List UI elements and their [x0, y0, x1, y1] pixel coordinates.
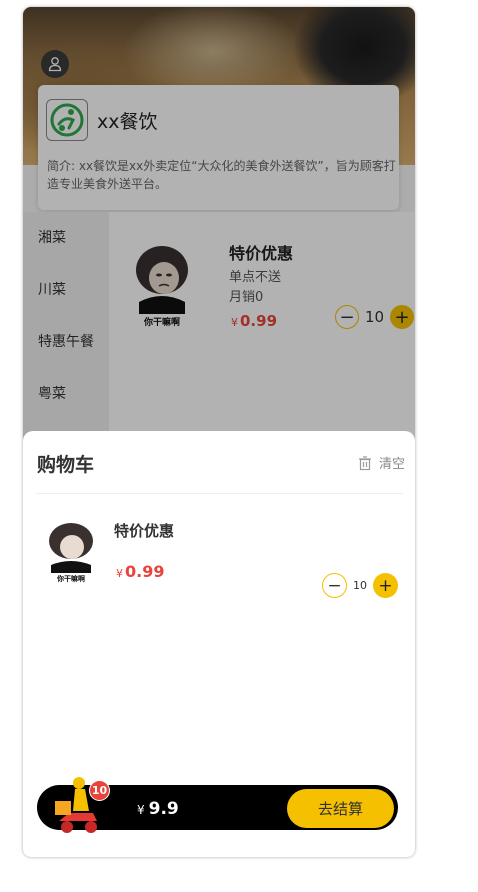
cart-count-badge: 10: [89, 780, 110, 801]
clear-cart-button[interactable]: 清空: [357, 453, 405, 472]
cart-item-image-caption: 你干嘛啊: [56, 574, 85, 583]
cart-total: ¥9.9: [137, 799, 179, 819]
clear-label: 清空: [378, 457, 405, 472]
cart-title: 购物车: [37, 454, 95, 476]
divider: [36, 493, 403, 494]
cart-total-value: 9.9: [148, 799, 179, 819]
cart-item-image: 你干嘛啊: [49, 523, 93, 583]
currency-symbol: ¥: [137, 803, 145, 817]
cart-item-quantity: 10: [353, 579, 367, 592]
cart-item-price: ¥0.99: [116, 562, 164, 581]
cart-item-name: 特价优惠: [114, 522, 175, 540]
checkout-button[interactable]: 去结算: [287, 789, 394, 828]
plus-icon[interactable]: +: [373, 573, 398, 598]
minus-icon[interactable]: −: [322, 573, 347, 598]
trash-icon: [358, 455, 371, 470]
app-screen: xx餐饮 简介: xx餐饮是xx外卖定位“大众化的美食外送餐饮”，旨为顾客打造专…: [23, 7, 415, 857]
currency-symbol: ¥: [116, 567, 123, 580]
cart-quantity-stepper: − 10 +: [322, 573, 398, 598]
cart-item-price-value: 0.99: [125, 562, 165, 581]
